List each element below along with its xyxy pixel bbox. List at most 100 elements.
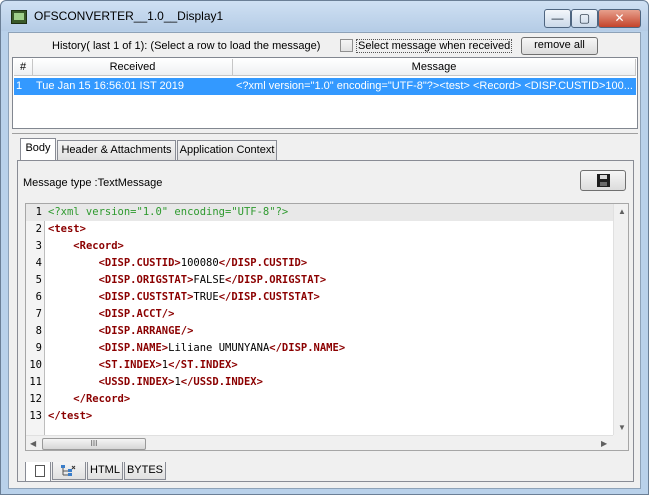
line-number: 10 (29, 359, 42, 371)
history-label: History( last 1 of 1): (Select a row to … (52, 40, 321, 52)
message-tabs: Body Header & Attachments Application Co… (12, 133, 638, 485)
xml-tag: <USSD.INDEX> (98, 376, 175, 388)
xml-text (48, 325, 99, 337)
maximize-button[interactable]: ▢ (571, 9, 598, 28)
line-number: 6 (35, 291, 42, 303)
horizontal-scrollbar[interactable]: ◀ III ▶ (26, 435, 613, 450)
xml-tag: </DISP.CUSTID> (218, 257, 308, 269)
title-bar[interactable]: OFSCONVERTER__1.0__Display1 — ▢ ✕ (1, 1, 648, 31)
xml-tag: <DISP.CUSTSTAT> (98, 291, 194, 303)
save-button[interactable] (580, 170, 626, 191)
xml-text (48, 274, 99, 286)
xml-tag: </ST.INDEX> (168, 359, 238, 371)
code-line: 6 <DISP.CUSTSTAT>TRUE</DISP.CUSTSTAT> (26, 289, 613, 306)
code-text: <DISP.CUSTSTAT>TRUE</DISP.CUSTSTAT> (48, 289, 320, 306)
tab-application-context[interactable]: Application Context (177, 140, 277, 160)
xml-tag: </DISP.ORIGSTAT> (225, 274, 327, 286)
scroll-right-icon[interactable]: ▶ (601, 439, 607, 448)
xml-tag: <test> (48, 223, 86, 235)
xml-tag: <Record> (73, 240, 124, 252)
xml-text (48, 342, 99, 354)
client-area: History( last 1 of 1): (Select a row to … (8, 32, 641, 489)
xml-editor[interactable]: 1 <?xml version="1.0" encoding="UTF-8"?> 2… (25, 203, 629, 451)
xml-tag: <DISP.NAME> (98, 342, 169, 354)
select-when-received-checkbox[interactable] (340, 39, 353, 52)
column-header-message[interactable]: Message (233, 59, 636, 76)
column-header-index[interactable]: # (14, 59, 33, 76)
vertical-scrollbar[interactable]: ▲ ▼ (613, 204, 628, 435)
line-number: 2 (35, 223, 42, 235)
tab-bytes[interactable]: BYTES (124, 462, 166, 480)
xml-tag: </test> (48, 410, 93, 422)
column-header-received[interactable]: Received (33, 59, 233, 76)
line-number: 5 (35, 274, 42, 286)
code-text: </Record> (48, 391, 130, 408)
code-text: <DISP.ARRANGE/> (48, 323, 194, 340)
code-line: 13 </test> (26, 408, 613, 425)
code-text: </test> (48, 408, 92, 425)
line-number: 13 (29, 410, 42, 422)
floppy-disk-icon (597, 174, 610, 187)
remove-all-button[interactable]: remove all (521, 37, 598, 55)
table-row[interactable]: 1 Tue Jan 15 16:56:01 IST 2019 <?xml ver… (14, 78, 636, 95)
xml-text (48, 240, 73, 252)
xml-declaration: <?xml version="1.0" encoding="UTF-8"?> (48, 206, 289, 218)
code-line: 7 <DISP.ACCT/> (26, 306, 613, 323)
tab-html[interactable]: HTML (87, 462, 123, 480)
xml-text: FALSE (193, 274, 226, 286)
code-text: <DISP.ACCT/> (48, 306, 175, 323)
tab-body[interactable]: Body (20, 138, 56, 160)
history-table: # Received Message 1 Tue Jan 15 16:56:01… (12, 57, 638, 129)
tab-text-view[interactable] (25, 462, 51, 482)
code-line: 11 <USSD.INDEX>1</USSD.INDEX> (26, 374, 613, 391)
message-type-label: Message type :TextMessage (23, 177, 163, 189)
code-text: <DISP.ORIGSTAT>FALSE</DISP.ORIGSTAT> (48, 272, 327, 289)
code-line: 4 <DISP.CUSTID>100080</DISP.CUSTID> (26, 255, 613, 272)
scroll-corner (613, 435, 628, 450)
code-text: <?xml version="1.0" encoding="UTF-8"?> (48, 204, 288, 221)
xml-tag: <ST.INDEX> (98, 359, 162, 371)
horizontal-scroll-thumb[interactable]: III (42, 438, 146, 450)
line-number: 11 (29, 376, 42, 388)
scroll-up-icon[interactable]: ▲ (618, 207, 626, 216)
xml-text (48, 393, 73, 405)
close-button[interactable]: ✕ (598, 9, 641, 28)
document-icon (35, 465, 45, 477)
line-number: 9 (35, 342, 42, 354)
code-text: <Record> (48, 238, 124, 255)
scroll-left-icon[interactable]: ◀ (30, 439, 36, 448)
code-line: 5 <DISP.ORIGSTAT>FALSE</DISP.ORIGSTAT> (26, 272, 613, 289)
xml-tag: <DISP.ORIGSTAT> (98, 274, 194, 286)
xml-tag: <DISP.CUSTID> (98, 257, 181, 269)
line-number: 8 (35, 325, 42, 337)
xml-tag: </DISP.CUSTSTAT> (218, 291, 320, 303)
line-number: 3 (35, 240, 42, 252)
code-line: 2 <test> (26, 221, 613, 238)
line-number: 4 (35, 257, 42, 269)
body-panel: Message type :TextMessage 1 <?xml version… (17, 160, 634, 482)
row-message: <?xml version="1.0" encoding="UTF-8"?><t… (236, 80, 633, 92)
xml-text (48, 291, 99, 303)
xml-text: TRUE (193, 291, 219, 303)
code-line: 9 <DISP.NAME>Liliane UMUNYANA</DISP.NAME… (26, 340, 613, 357)
minimize-button[interactable]: — (544, 9, 571, 28)
tab-header-attachments[interactable]: Header & Attachments (57, 140, 176, 160)
tree-icon (61, 465, 76, 476)
xml-text: 100080 (180, 257, 219, 269)
code-text: <DISP.CUSTID>100080</DISP.CUSTID> (48, 255, 308, 272)
xml-tag: </Record> (73, 393, 131, 405)
xml-text (48, 308, 99, 320)
scroll-down-icon[interactable]: ▼ (618, 423, 626, 432)
tab-tree-view[interactable] (52, 462, 86, 480)
select-when-received-label[interactable]: Select message when received (356, 39, 513, 53)
xml-tag: <DISP.ACCT/> (98, 308, 175, 320)
xml-tag: </USSD.INDEX> (180, 376, 263, 388)
code-line: 3 <Record> (26, 238, 613, 255)
xml-text (48, 359, 99, 371)
xml-text: Liliane UMUNYANA (168, 342, 270, 354)
code-line: 12 </Record> (26, 391, 613, 408)
xml-tag: </DISP.NAME> (269, 342, 346, 354)
xml-tag: <DISP.ARRANGE/> (98, 325, 194, 337)
window-title: OFSCONVERTER__1.0__Display1 (34, 9, 224, 23)
code-text: <test> (48, 221, 86, 238)
